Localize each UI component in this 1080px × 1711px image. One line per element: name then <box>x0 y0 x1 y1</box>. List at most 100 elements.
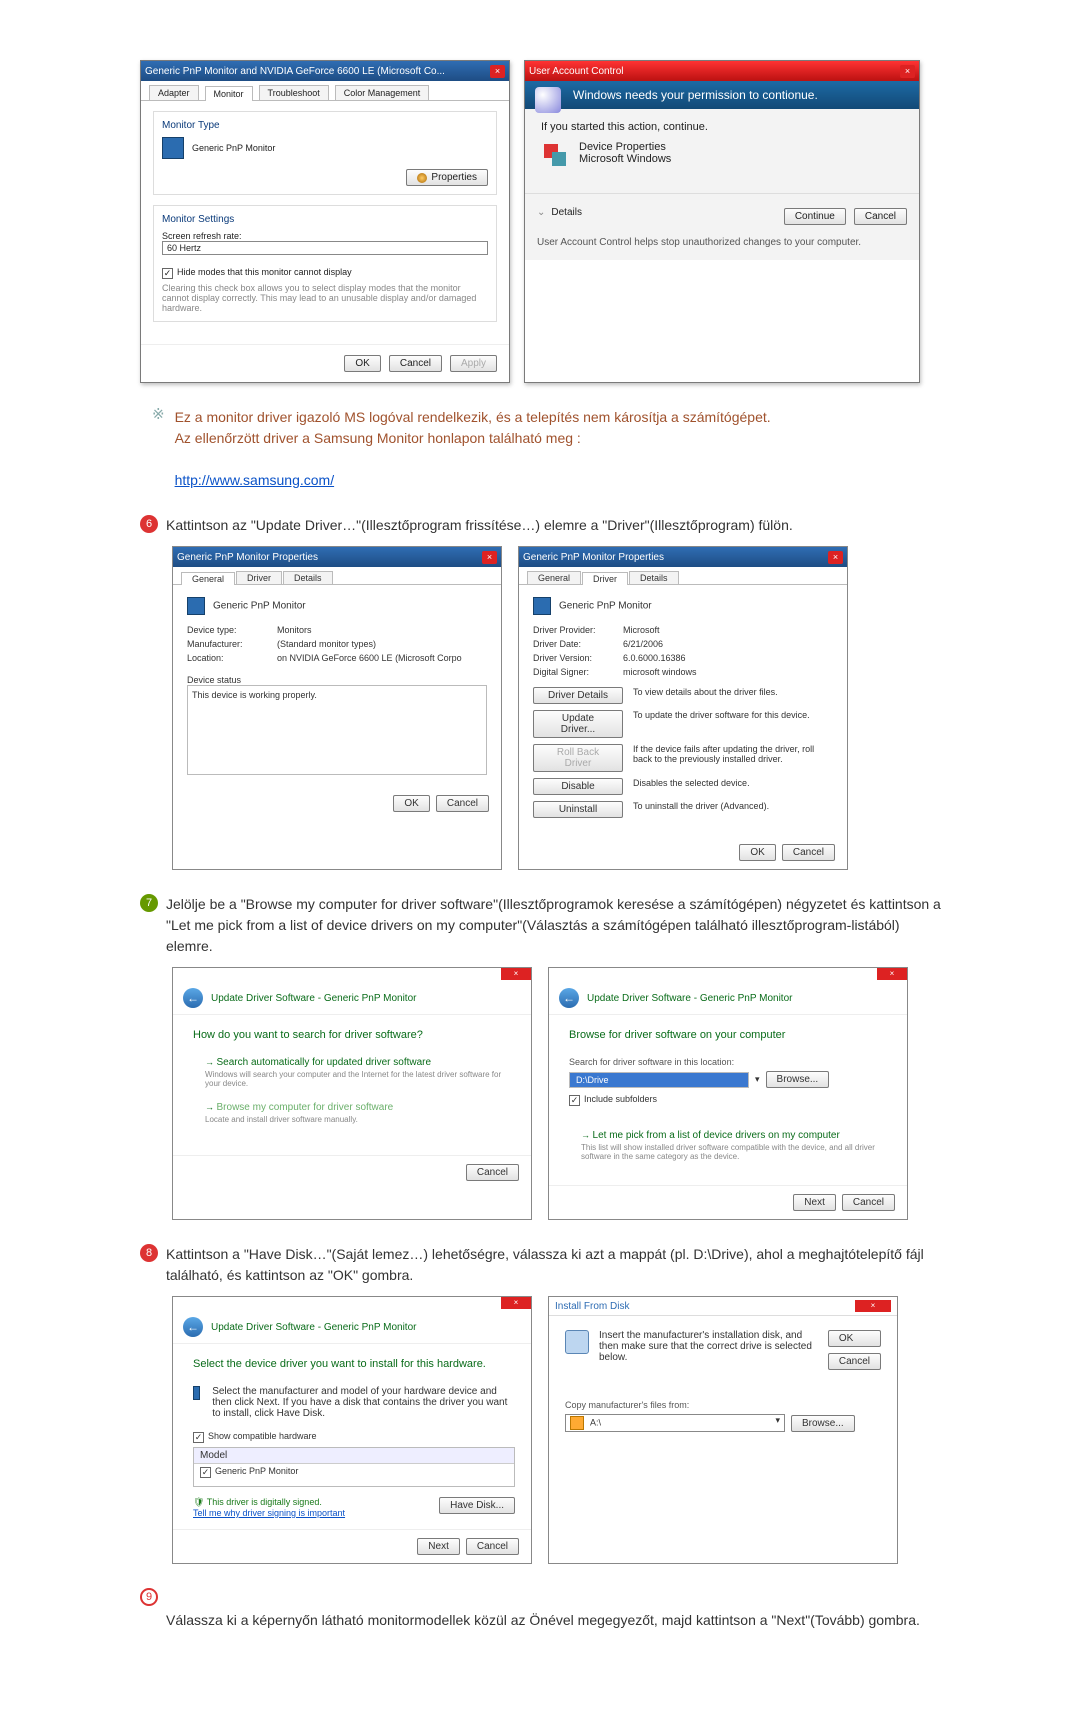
note-marker-icon: ※ <box>152 407 165 491</box>
signing-info-link[interactable]: Tell me why driver signing is important <box>193 1508 345 1518</box>
date-key: Driver Date: <box>533 639 613 649</box>
wizard-heading: How do you want to search for driver sof… <box>193 1029 515 1041</box>
cancel-button[interactable]: Cancel <box>389 355 442 372</box>
monitor-icon <box>193 1386 200 1400</box>
chevron-down-icon[interactable]: ⌄ <box>537 207 545 218</box>
uac-footer: User Account Control helps stop unauthor… <box>525 231 919 260</box>
close-icon[interactable]: × <box>900 65 915 78</box>
tab-color-management[interactable]: Color Management <box>335 85 430 100</box>
shield-icon <box>417 173 427 183</box>
next-button[interactable]: Next <box>417 1538 460 1555</box>
driver-details-button[interactable]: Driver Details <box>533 687 623 704</box>
program-icon <box>541 141 569 169</box>
rollback-driver-button[interactable]: Roll Back Driver <box>533 744 623 772</box>
device-name: Generic PnP Monitor <box>213 601 306 612</box>
ok-button[interactable]: OK <box>344 355 380 372</box>
option-let-me-pick-title: Let me pick from a list of device driver… <box>581 1130 891 1141</box>
version-key: Driver Version: <box>533 653 613 663</box>
driver-details-desc: To view details about the driver files. <box>633 687 833 697</box>
close-icon[interactable]: × <box>501 968 531 980</box>
model-item[interactable]: Generic PnP Monitor <box>215 1466 298 1476</box>
continue-button[interactable]: Continue <box>784 208 846 225</box>
tab-driver[interactable]: Driver <box>236 571 282 584</box>
signed-text: This driver is digitally signed. <box>207 1497 322 1507</box>
tab-monitor[interactable]: Monitor <box>205 86 253 101</box>
back-arrow-icon[interactable]: ← <box>559 988 579 1008</box>
browse-button[interactable]: Browse... <box>766 1071 830 1088</box>
close-icon[interactable]: × <box>501 1297 531 1309</box>
disable-button[interactable]: Disable <box>533 778 623 795</box>
monitor-type-value: Generic PnP Monitor <box>192 143 275 153</box>
samsung-link[interactable]: http://www.samsung.com/ <box>175 472 335 488</box>
wizard-breadcrumb: Update Driver Software - Generic PnP Mon… <box>587 993 792 1004</box>
next-button[interactable]: Next <box>793 1194 836 1211</box>
monitor-settings-label: Monitor Settings <box>162 214 488 225</box>
cancel-button[interactable]: Cancel <box>466 1164 519 1181</box>
back-arrow-icon[interactable]: ← <box>183 988 203 1008</box>
tab-general[interactable]: General <box>181 572 235 585</box>
option-let-me-pick[interactable]: Let me pick from a list of device driver… <box>569 1130 891 1161</box>
close-icon[interactable]: × <box>855 1300 891 1312</box>
cancel-button[interactable]: Cancel <box>782 844 835 861</box>
tab-details[interactable]: Details <box>629 571 679 584</box>
step7-text: Jelölje be a "Browse my computer for dri… <box>166 894 946 957</box>
ok-button[interactable]: OK <box>393 795 429 812</box>
wizard-heading: Browse for driver software on your compu… <box>569 1029 891 1041</box>
disable-desc: Disables the selected device. <box>633 778 833 788</box>
device-status-box: This device is working properly. <box>187 685 487 775</box>
close-icon[interactable]: × <box>877 968 907 980</box>
ok-button[interactable]: OK <box>828 1330 881 1347</box>
hide-modes-checkbox[interactable]: ✓ Hide modes that this monitor cannot di… <box>162 267 352 279</box>
uninstall-desc: To uninstall the driver (Advanced). <box>633 801 833 811</box>
option-browse-desc: Locate and install driver software manua… <box>205 1115 505 1124</box>
copy-from-label: Copy manufacturer's files from: <box>565 1400 881 1410</box>
note-line1: Ez a monitor driver igazoló MS logóval r… <box>175 409 771 425</box>
ok-button[interactable]: OK <box>739 844 775 861</box>
monitor-dialog-titlebar: Generic PnP Monitor and NVIDIA GeForce 6… <box>141 61 509 81</box>
include-subfolders-checkbox[interactable]: ✓ Include subfolders <box>569 1094 657 1106</box>
disk-icon <box>570 1416 584 1430</box>
option-search-auto-desc: Windows will search your computer and th… <box>205 1070 505 1088</box>
cancel-button[interactable]: Cancel <box>828 1353 881 1370</box>
uninstall-button[interactable]: Uninstall <box>533 801 623 818</box>
option-browse[interactable]: Browse my computer for driver software L… <box>193 1102 515 1124</box>
details-label[interactable]: Details <box>551 207 582 218</box>
update-driver-button[interactable]: Update Driver... <box>533 710 623 738</box>
show-compatible-checkbox[interactable]: ✓ Show compatible hardware <box>193 1431 317 1443</box>
close-icon[interactable]: × <box>828 551 843 564</box>
rollback-driver-desc: If the device fails after updating the d… <box>633 744 833 764</box>
cancel-button[interactable]: Cancel <box>466 1538 519 1555</box>
model-list[interactable]: Model ✓ Generic PnP Monitor <box>193 1447 515 1487</box>
cancel-button[interactable]: Cancel <box>854 208 907 225</box>
step6-text: Kattintson az "Update Driver…"(Illesztőp… <box>166 515 793 536</box>
signer-val: microsoft windows <box>623 667 833 677</box>
update-driver-desc: To update the driver software for this d… <box>633 710 833 720</box>
version-val: 6.0.6000.16386 <box>623 653 833 663</box>
refresh-rate-select[interactable]: 60 Hertz <box>162 241 488 255</box>
tab-driver[interactable]: Driver <box>582 572 628 585</box>
tab-general[interactable]: General <box>527 571 581 584</box>
tab-adapter[interactable]: Adapter <box>149 85 199 100</box>
back-arrow-icon[interactable]: ← <box>183 1317 203 1337</box>
uac-program-name: Device Properties <box>579 141 671 153</box>
drive-combobox[interactable]: A:\ <box>565 1414 785 1432</box>
tab-details[interactable]: Details <box>283 571 333 584</box>
close-icon[interactable]: × <box>482 551 497 564</box>
show-compatible-label: Show compatible hardware <box>208 1431 317 1441</box>
step-badge-6: 6 <box>140 515 158 533</box>
location-combobox[interactable]: D:\Drive <box>569 1072 749 1088</box>
tab-troubleshoot[interactable]: Troubleshoot <box>259 85 329 100</box>
cancel-button[interactable]: Cancel <box>436 795 489 812</box>
option-search-auto[interactable]: Search automatically for updated driver … <box>193 1057 515 1088</box>
browse-button[interactable]: Browse... <box>791 1415 855 1432</box>
apply-button[interactable]: Apply <box>450 355 497 372</box>
properties-button[interactable]: Properties <box>406 169 488 186</box>
cancel-button[interactable]: Cancel <box>842 1194 895 1211</box>
step9-body: Válassza ki a képernyőn látható monitorm… <box>166 1610 946 1631</box>
date-val: 6/21/2006 <box>623 639 833 649</box>
have-disk-button[interactable]: Have Disk... <box>439 1497 515 1514</box>
uac-headline: Windows needs your permission to contion… <box>573 88 818 102</box>
uac-line1: If you started this action, continue. <box>541 121 903 133</box>
shield-icon <box>535 87 561 113</box>
close-icon[interactable]: × <box>490 65 505 78</box>
